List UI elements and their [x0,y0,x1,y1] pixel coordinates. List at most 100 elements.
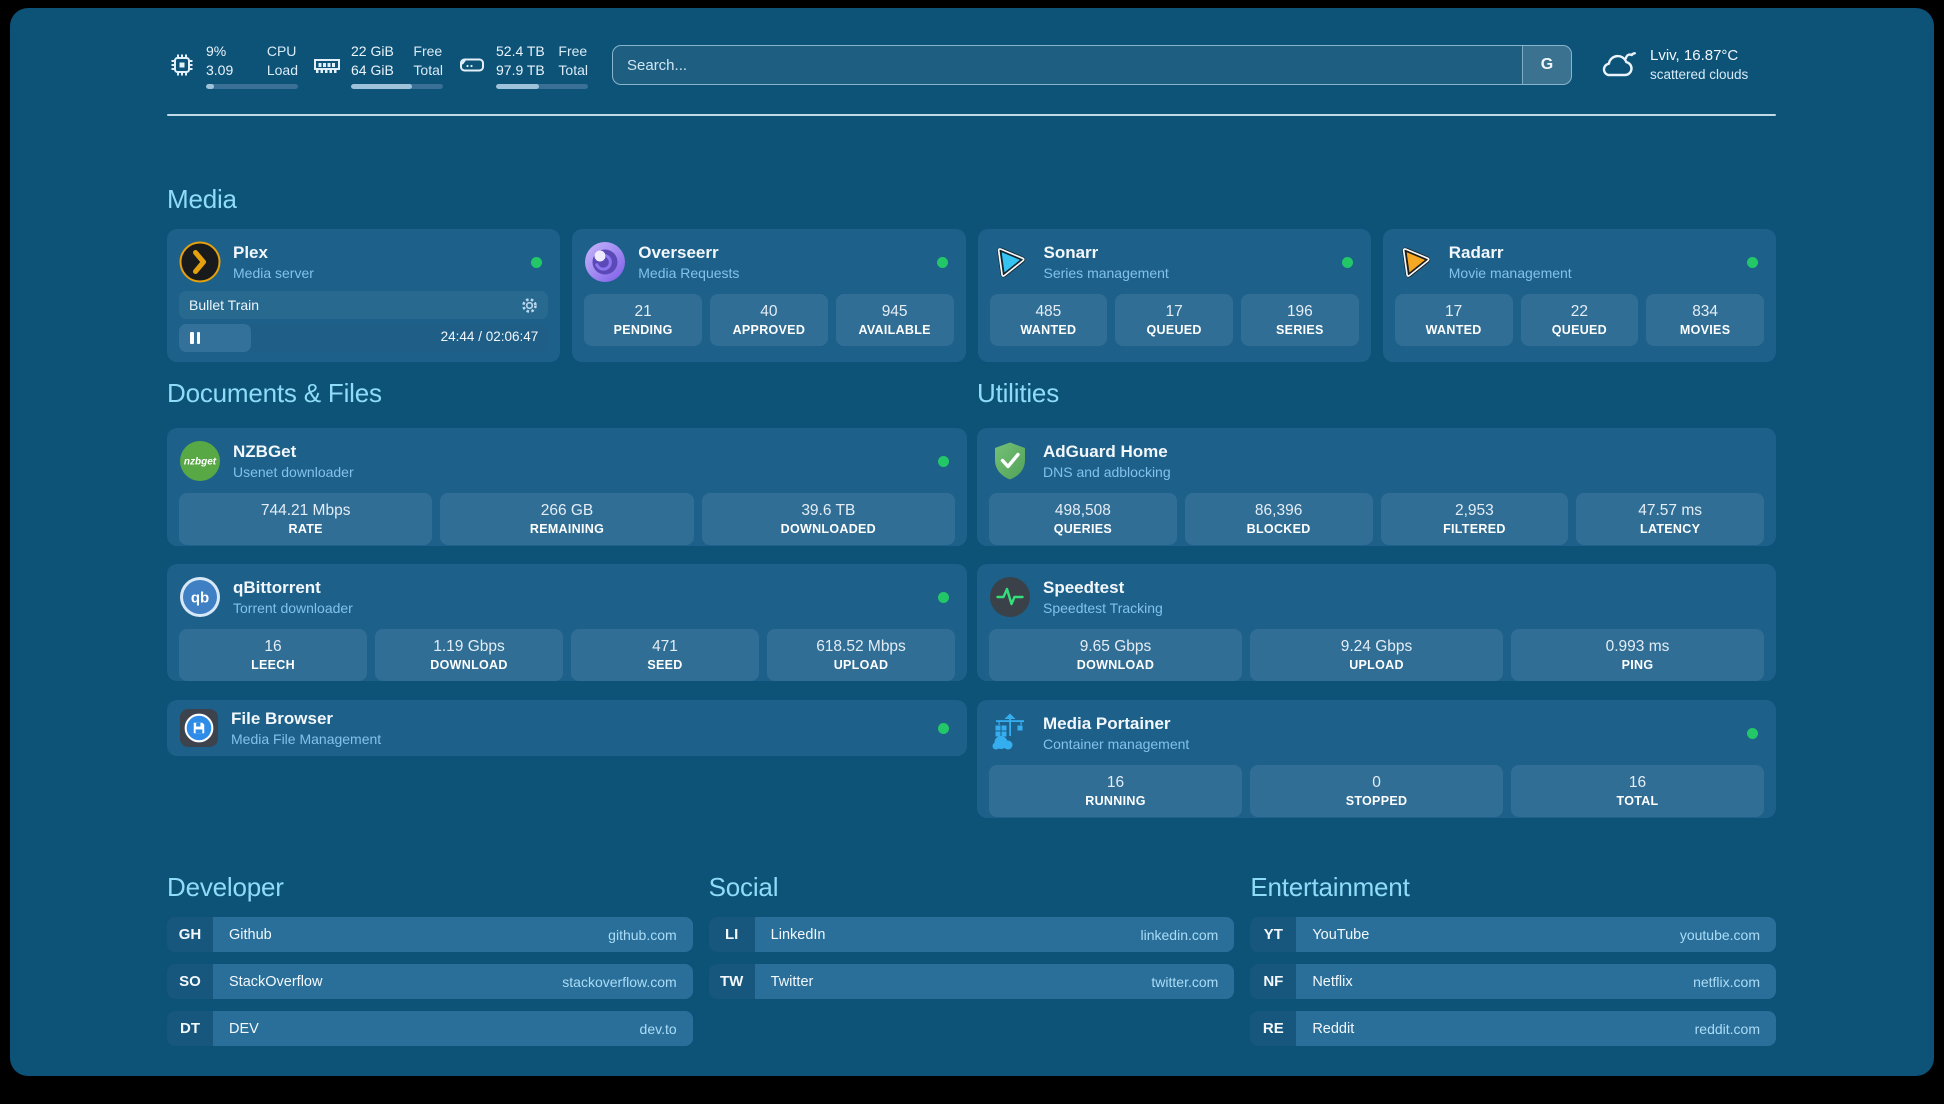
app-card-nzbget[interactable]: nzbget NZBGet Usenet downloader 744.21 M… [167,428,967,546]
stat-tile: 17 WANTED [1395,294,1513,346]
bookmark-url: netflix.com [1693,974,1760,990]
adguard-icon [989,440,1031,482]
bookmark-group-social: Social LI LinkedIn linkedin.com TW Twitt… [709,872,1235,1046]
app-card-filebrowser[interactable]: File Browser Media File Management [167,700,967,756]
app-subtitle: Movie management [1449,264,1739,282]
bookmark-row-dev[interactable]: DT DEV dev.to [167,1011,693,1046]
bookmark-name: Twitter [771,974,1152,990]
cpu-usage-bar [206,84,298,89]
stat-tile: 0 STOPPED [1250,765,1503,817]
pause-button[interactable] [190,332,200,344]
tile-label: FILTERED [1443,521,1506,538]
stat-tile: 618.52 Mbps UPLOAD [767,629,955,681]
tile-label: REMAINING [530,521,604,538]
tile-value: 266 GB [541,501,594,521]
bookmark-row-linkedin[interactable]: LI LinkedIn linkedin.com [709,917,1235,952]
app-name: Media Portainer [1043,713,1739,735]
status-dot [1747,257,1758,268]
app-card-qbittorrent[interactable]: qb qBittorrent Torrent downloader 16 LEE… [167,564,967,681]
bookmark-name: StackOverflow [229,974,562,990]
app-card-plex[interactable]: Plex Media server Bullet Train [167,229,560,362]
bookmark-row-twitter[interactable]: TW Twitter twitter.com [709,964,1235,999]
stat-tile: 2,953 FILTERED [1381,493,1569,545]
section-title-social: Social [709,872,1235,902]
stat-tile: 834 MOVIES [1646,294,1764,346]
cpu-label-1: CPU [267,42,298,61]
tile-value: 744.21 Mbps [261,501,351,521]
tile-label: BLOCKED [1247,521,1311,538]
cpu-load-avg: 3.09 [206,61,259,80]
bookmark-name: YouTube [1312,927,1680,943]
tile-label: LATENCY [1640,521,1700,538]
bookmark-group-developer: Developer GH Github github.com SO StackO… [167,872,693,1046]
tile-label: UPLOAD [834,657,889,674]
tile-value: 834 [1692,302,1718,322]
cloud-icon [1598,48,1640,82]
speedtest-icon [989,576,1031,618]
stat-tile: 9.65 Gbps DOWNLOAD [989,629,1242,681]
bookmark-row-stackoverflow[interactable]: SO StackOverflow stackoverflow.com [167,964,693,999]
bookmark-row-github[interactable]: GH Github github.com [167,917,693,952]
tile-value: 16 [1107,773,1124,793]
bookmark-row-youtube[interactable]: YT YouTube youtube.com [1250,917,1776,952]
ram-free: 22 GiB [351,42,405,61]
app-card-overseerr[interactable]: Overseerr Media Requests 21 PENDING 40 A… [572,229,965,362]
section-media: Media Plex Media server Bullet Train [167,184,1776,362]
status-dot [938,592,949,603]
tile-value: 22 [1571,302,1588,322]
app-card-speedtest[interactable]: Speedtest Speedtest Tracking 9.65 Gbps D… [977,564,1776,681]
bookmark-abbr: YT [1250,917,1296,952]
weather-widget: Lviv, 16.87°C scattered clouds [1598,46,1776,84]
status-dot [938,723,949,734]
tile-label: QUEUED [1552,322,1607,339]
search-bar: G [612,45,1572,85]
app-name: Overseerr [638,242,928,264]
section-title-utilities: Utilities [977,378,1776,408]
stat-tile: 266 GB REMAINING [440,493,693,545]
status-dot [1342,257,1353,268]
stat-tile: 16 RUNNING [989,765,1242,817]
bookmark-group-entertainment: Entertainment YT YouTube youtube.com NF … [1250,872,1776,1046]
bookmark-url: reddit.com [1695,1021,1760,1037]
app-name: File Browser [231,708,930,730]
bookmark-abbr: DT [167,1011,213,1046]
tile-value: 86,396 [1255,501,1302,521]
bookmark-row-netflix[interactable]: NF Netflix netflix.com [1250,964,1776,999]
status-dot [531,257,542,268]
app-name: Plex [233,242,523,264]
stat-tile: 196 SERIES [1241,294,1359,346]
search-engine-button[interactable]: G [1522,46,1571,84]
disk-label-2: Total [558,61,588,80]
gear-icon[interactable] [521,297,538,314]
svg-text:nzbget: nzbget [184,457,217,468]
dashboard: 9% CPU 3.09 Load 22 GiB Free 64 [10,8,1934,1076]
ram-total: 64 GiB [351,61,405,80]
overseerr-icon [584,241,626,283]
app-card-sonarr[interactable]: Sonarr Series management 485 WANTED 17 Q… [978,229,1371,362]
status-dot [938,456,949,467]
header-divider [167,114,1776,116]
cpu-percent: 9% [206,42,259,61]
app-card-portainer[interactable]: Media Portainer Container management 16 … [977,700,1776,818]
app-subtitle: Torrent downloader [233,599,930,617]
bookmark-row-reddit[interactable]: RE Reddit reddit.com [1250,1011,1776,1046]
app-card-adguard[interactable]: AdGuard Home DNS and adblocking 498,508 … [977,428,1776,546]
section-title-media: Media [167,184,1776,214]
tile-label: PENDING [614,322,673,339]
tile-value: 47.57 ms [1638,501,1702,521]
tile-value: 17 [1445,302,1462,322]
tile-value: 9.24 Gbps [1341,637,1413,657]
section-documents: Documents & Files nzbget NZBGet Usenet d… [167,378,967,408]
bookmarks-section: Developer GH Github github.com SO StackO… [167,872,1776,1046]
ram-icon [312,50,342,80]
ram-label-2: Total [413,61,443,80]
bookmark-name: Github [229,927,608,943]
app-subtitle: Usenet downloader [233,463,930,481]
app-card-radarr[interactable]: Radarr Movie management 17 WANTED 22 QUE… [1383,229,1776,362]
stat-tile: 39.6 TB DOWNLOADED [702,493,955,545]
weather-location-temp: Lviv, 16.87°C [1650,46,1748,66]
tile-value: 0.993 ms [1606,637,1670,657]
stat-tile: 21 PENDING [584,294,702,346]
tile-label: QUERIES [1054,521,1112,538]
search-input[interactable] [613,46,1522,84]
